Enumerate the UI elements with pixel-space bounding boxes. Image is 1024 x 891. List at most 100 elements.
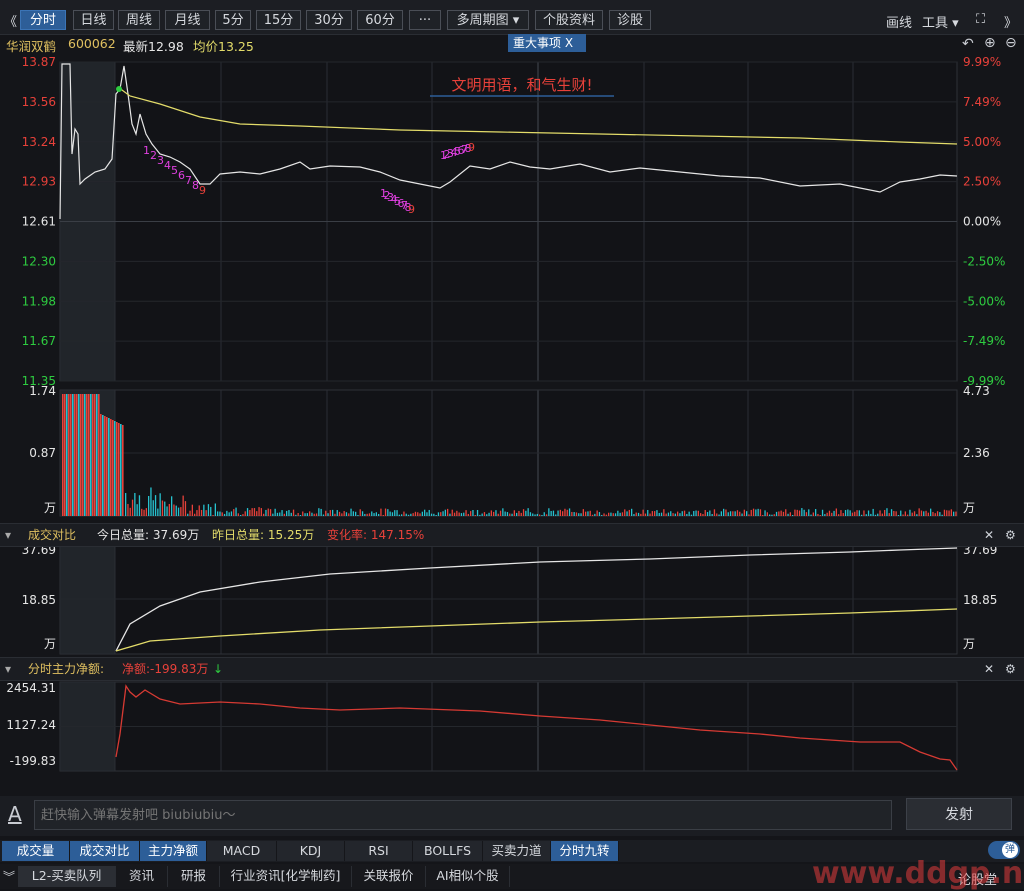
volume-bar	[693, 511, 695, 516]
indicator-tab-7[interactable]: 买卖力道	[483, 841, 551, 861]
collapse-left-icon[interactable]: 《	[4, 11, 17, 30]
fullscreen-icon[interactable]: ⛶	[976, 12, 985, 27]
volume-bar	[884, 509, 886, 516]
netflow-axis-label: 2454.31	[6, 681, 56, 695]
volume-bar	[189, 510, 191, 516]
indicator-tab-1[interactable]: 成交对比	[70, 841, 140, 861]
volume-bar	[550, 511, 552, 516]
indicator-tab-8[interactable]: 分时九转	[551, 841, 619, 861]
draw-line-button[interactable]: 画线	[886, 12, 912, 31]
volume-bar	[511, 513, 513, 516]
danmu-input[interactable]	[34, 800, 892, 830]
tools-menu[interactable]: 工具 ▾	[922, 12, 959, 31]
bottom-tab-3[interactable]: 行业资讯[化学制药]	[220, 866, 352, 887]
period-tab-2[interactable]: 周线	[118, 10, 160, 30]
volume-bar	[534, 514, 536, 516]
bottom-tab-1[interactable]: 资讯	[116, 866, 168, 887]
collapse-icon[interactable]: ▾	[5, 524, 11, 546]
volume-bar	[525, 510, 527, 516]
volume-bar	[617, 510, 619, 516]
period-tab-4[interactable]: 5分	[215, 10, 251, 30]
volume-bar	[152, 500, 154, 516]
indicator-tab-3[interactable]: MACD	[207, 841, 277, 861]
zoom-in-icon[interactable]: ⊕	[984, 35, 996, 51]
period-tab-3[interactable]: 月线	[165, 10, 210, 30]
volume-bar	[306, 513, 308, 516]
period-tab-8[interactable]: ···	[409, 10, 441, 30]
volume-bar	[184, 501, 187, 516]
collapse-right-icon[interactable]: 》	[1004, 12, 1017, 31]
down-arrow-icon: ↓	[213, 662, 224, 676]
indicator-tab-6[interactable]: BOLLFS	[413, 841, 483, 861]
indicator-tab-5[interactable]: RSI	[345, 841, 413, 861]
volume-bar	[695, 510, 697, 516]
volume-bar	[601, 514, 603, 516]
period-tab-11[interactable]: 诊股	[609, 10, 651, 30]
volume-bar	[902, 514, 904, 516]
bottom-tab-0[interactable]: L2-买卖队列	[18, 866, 116, 887]
volume-bar	[240, 515, 242, 516]
volume-bar	[619, 512, 621, 516]
volume-bar	[407, 514, 410, 516]
volume-bar	[463, 512, 465, 516]
close-icon[interactable]: ✕	[984, 658, 994, 680]
font-icon[interactable]: A	[8, 802, 22, 826]
volume-bar	[299, 515, 302, 516]
collapse-icon[interactable]: ▾	[5, 658, 11, 680]
close-icon[interactable]: ✕	[984, 524, 994, 546]
volume-bar	[116, 422, 118, 516]
volume-bar	[421, 511, 423, 516]
expand-icon[interactable]: ︾	[3, 868, 15, 885]
volume-bar	[670, 511, 672, 516]
volume-bar	[315, 513, 318, 516]
event-button[interactable]: 重大事项 X	[508, 34, 586, 52]
volume-bar	[764, 510, 766, 516]
gear-icon[interactable]: ⚙	[1005, 658, 1016, 680]
period-tab-5[interactable]: 15分	[256, 10, 301, 30]
period-tab-10[interactable]: 个股资料	[535, 10, 603, 30]
volume-bar	[334, 513, 336, 516]
period-tab-0[interactable]: 分时	[20, 10, 66, 30]
volume-bar	[913, 511, 916, 516]
volume-bar	[672, 513, 674, 516]
zoom-out-icon[interactable]: ⊖	[1005, 35, 1017, 51]
volume-bar	[886, 508, 888, 516]
bottom-tab-2[interactable]: 研报	[168, 866, 220, 887]
compare-axis-label-right: 18.85	[963, 593, 997, 607]
volume-bar	[541, 515, 543, 516]
volume-bar	[435, 515, 437, 516]
volume-bar	[281, 510, 283, 516]
period-tab-7[interactable]: 60分	[357, 10, 403, 30]
volume-bar	[520, 512, 522, 516]
volume-bar	[233, 509, 235, 516]
volume-bar	[690, 514, 693, 516]
volume-bar	[104, 416, 106, 516]
volume-bar	[401, 514, 403, 516]
netflow-header: ▾ 分时主力净额: 净额:-199.83万 ↓ ✕ ⚙	[0, 657, 1024, 681]
volume-bar	[900, 510, 902, 516]
gear-icon[interactable]: ⚙	[1005, 524, 1016, 546]
price-axis-label: 12.61	[22, 215, 56, 229]
volume-bar	[217, 511, 219, 516]
bottom-tab-4[interactable]: 关联报价	[352, 866, 426, 887]
indicator-tab-2[interactable]: 主力净额	[140, 841, 207, 861]
indicator-tab-0[interactable]: 成交量	[2, 841, 70, 861]
volume-bar	[274, 508, 276, 516]
volume-bar	[486, 514, 488, 516]
period-tab-6[interactable]: 30分	[306, 10, 352, 30]
send-button[interactable]: 发射	[906, 798, 1012, 830]
volume-bar	[112, 420, 114, 516]
volume-bar	[92, 394, 94, 516]
volume-bar	[286, 510, 288, 516]
volume-bar	[424, 509, 426, 516]
volume-bar	[366, 513, 368, 516]
undo-icon[interactable]: ↶	[962, 36, 974, 52]
volume-bar	[824, 514, 826, 516]
bottom-tab-5[interactable]: AI相似个股	[426, 866, 510, 887]
period-tab-1[interactable]: 日线	[73, 10, 114, 30]
indicator-tab-4[interactable]: KDJ	[277, 841, 345, 861]
volume-bar	[877, 513, 879, 516]
period-tab-9[interactable]: 多周期图 ▾	[447, 10, 529, 30]
volume-bar	[246, 508, 249, 516]
volume-bar	[812, 512, 814, 516]
